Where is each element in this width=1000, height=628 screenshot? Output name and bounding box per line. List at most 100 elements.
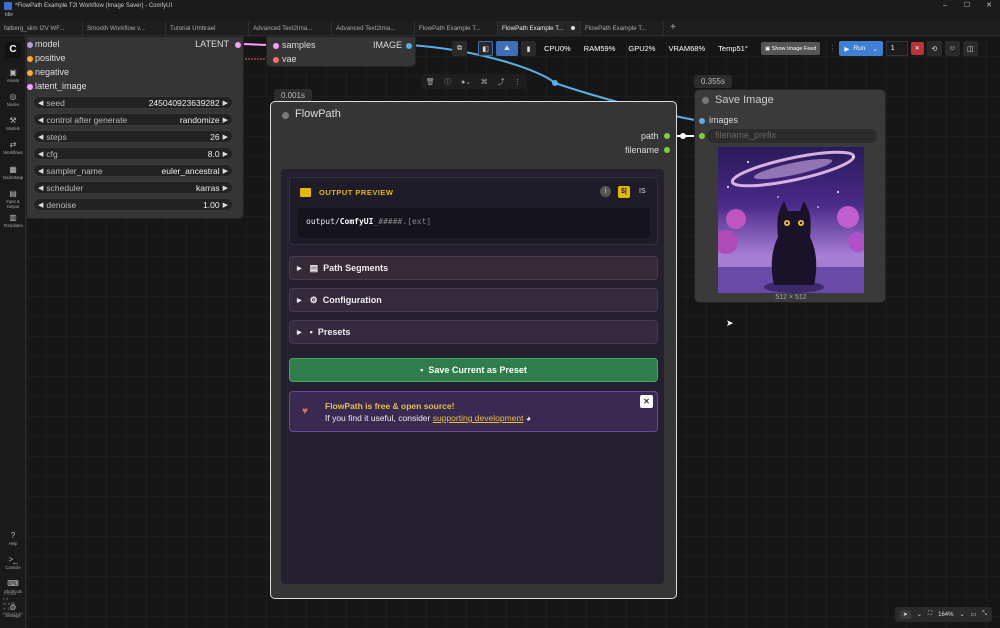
color-icon[interactable]: ●⌄ — [461, 78, 471, 86]
new-tab-button[interactable]: + — [664, 21, 682, 35]
collapse-dot-icon[interactable] — [282, 112, 289, 119]
workflow-tab[interactable]: Advanced Text2Ima... — [249, 21, 332, 35]
maximize-button[interactable]: ☐ — [956, 0, 978, 12]
history-button[interactable]: ⟲ — [926, 41, 942, 56]
presets-section[interactable]: ▶ ▪ Presets — [289, 320, 658, 344]
scheduler-widget[interactable]: ◀ scheduler karras ▶ — [33, 181, 233, 194]
increment-icon[interactable]: ▶ — [223, 116, 228, 124]
filename-prefix-input[interactable]: filename_prefix — [707, 129, 877, 143]
output-socket[interactable] — [235, 42, 241, 48]
sidebar-item-workflows[interactable]: ⇄ Workflows — [0, 140, 26, 155]
vae-decode-node[interactable]: samples vae IMAGE — [266, 36, 416, 67]
decrement-icon[interactable]: ◀ — [38, 99, 43, 107]
steps-widget[interactable]: ◀ steps 26 ▶ — [33, 130, 233, 143]
panel-toggle-button[interactable]: ◫ — [962, 41, 978, 56]
sidebar-item-input-output[interactable]: ▤ Input & Output — [0, 189, 26, 209]
sidebar-item-console[interactable]: >_ Console — [0, 555, 26, 570]
control-after-generate-widget[interactable]: ◀ control after generate randomize ▶ — [33, 113, 233, 126]
input-socket[interactable] — [273, 57, 279, 63]
increment-icon[interactable]: ▶ — [223, 99, 228, 107]
increment-icon[interactable]: ▶ — [223, 133, 228, 141]
workflow-tab-active[interactable]: FlowPath Example T... — [498, 21, 581, 35]
queue-panel-button[interactable]: ◧ — [478, 41, 493, 56]
syntax-toggle-button[interactable]: $| — [618, 186, 630, 198]
show-image-feed-button[interactable]: ▣ Show Image Feed — [761, 42, 821, 55]
configuration-section[interactable]: ▶ ⚙ Configuration — [289, 288, 658, 312]
sidebar-item-templates[interactable]: ▥ Templates — [0, 213, 26, 228]
generated-image-preview[interactable] — [718, 147, 864, 293]
minimize-button[interactable]: – — [934, 0, 956, 12]
info-icon[interactable]: i — [600, 186, 611, 197]
sidebar-item-models[interactable]: ⚒ Models — [0, 116, 26, 131]
decrement-icon[interactable]: ◀ — [38, 167, 43, 175]
link-mode-button[interactable]: ⧉ — [452, 41, 467, 56]
decrement-icon[interactable]: ◀ — [38, 133, 43, 141]
cancel-run-button[interactable]: ✕ — [910, 42, 924, 55]
bookmark-icon: ▮ — [526, 45, 531, 53]
workflow-tab[interactable]: Smooth Workflow v... — [83, 21, 166, 35]
run-button[interactable]: ▶ Run ⌄ — [839, 41, 883, 56]
workflow-tab[interactable]: fatberg_slim I2V WF... — [0, 21, 83, 35]
select-mode-icon[interactable]: ➤ — [899, 610, 911, 619]
user-button[interactable]: ☺ — [944, 41, 960, 56]
chevron-down-icon[interactable]: ⌄ — [917, 611, 922, 618]
crystools-button[interactable]: ⛰ — [496, 41, 518, 56]
path-segments-section[interactable]: ▶ ▤ Path Segments — [289, 256, 658, 280]
decrement-icon[interactable]: ◀ — [38, 150, 43, 158]
output-socket[interactable] — [664, 147, 670, 153]
sidebar-item-nodesmap[interactable]: ▦ NodesMap — [0, 165, 26, 180]
increment-icon[interactable]: ▶ — [223, 167, 228, 175]
input-socket[interactable] — [699, 118, 705, 124]
increment-icon[interactable]: ▶ — [223, 184, 228, 192]
decrement-icon[interactable]: ◀ — [38, 116, 43, 124]
close-banner-button[interactable]: ✕ — [640, 395, 653, 408]
zoom-level[interactable]: 164% — [938, 612, 953, 618]
minimap-icon[interactable]: ▭ — [971, 611, 977, 618]
decrement-icon[interactable]: ◀ — [38, 184, 43, 192]
collapse-dot-icon[interactable] — [702, 97, 709, 104]
save-preset-button[interactable]: ▪ Save Current as Preset — [289, 358, 658, 382]
seed-widget[interactable]: ◀ seed 245040923639282 ▶ — [33, 96, 233, 109]
bookmark-button[interactable]: ▮ — [521, 41, 536, 56]
denoise-widget[interactable]: ◀ denoise 1.00 ▶ — [33, 198, 233, 211]
support-link[interactable]: supporting development — [433, 413, 524, 423]
decrement-icon[interactable]: ◀ — [38, 201, 43, 209]
output-socket[interactable] — [664, 133, 670, 139]
workflow-tab[interactable]: Advanced Text2Ima... — [332, 21, 415, 35]
output-socket[interactable] — [406, 43, 412, 49]
queue-count-input[interactable]: 1 — [885, 41, 908, 56]
input-socket[interactable] — [27, 84, 33, 90]
save-image-node[interactable]: Save Image images filename_prefix 512 × … — [694, 89, 886, 303]
input-socket[interactable] — [27, 56, 33, 62]
drag-handle-icon[interactable]: ⋮ — [828, 44, 836, 53]
chevron-down-icon[interactable]: ⌄ — [959, 611, 964, 618]
info-icon[interactable]: ⓘ — [444, 77, 451, 87]
unsaved-dot-icon — [571, 26, 575, 30]
input-socket[interactable] — [699, 133, 705, 139]
sidebar-item-help[interactable]: ? Help — [0, 531, 26, 546]
increment-icon[interactable]: ▶ — [223, 201, 228, 209]
syntax-toggle-button-alt[interactable]: IS — [636, 186, 649, 198]
input-socket[interactable] — [27, 42, 33, 48]
sidebar-item-nodes[interactable]: ◎ Nodes — [0, 92, 26, 107]
delete-icon[interactable]: 🗑 — [426, 78, 435, 86]
sampler-name-widget[interactable]: ◀ sampler_name euler_ancestral ▶ — [33, 164, 233, 177]
hide-links-icon[interactable]: ⤡ — [982, 611, 987, 618]
more-icon[interactable]: ⋮ — [514, 78, 521, 86]
bypass-icon[interactable]: ⌘ — [481, 78, 488, 86]
input-socket[interactable] — [27, 70, 33, 76]
comfyui-logo[interactable]: C — [5, 42, 21, 58]
workflow-tab[interactable]: FlowPath Example T... — [581, 21, 664, 35]
ksampler-node[interactable]: model positive negative latent_image LAT… — [26, 36, 244, 219]
workflow-tab[interactable]: FlowPath Example T... — [415, 21, 498, 35]
close-window-button[interactable]: ✕ — [978, 0, 1000, 12]
cfg-widget[interactable]: ◀ cfg 8.0 ▶ — [33, 147, 233, 160]
input-socket[interactable] — [273, 43, 279, 49]
node-selection-toolbar: 🗑 ⓘ ●⌄ ⌘ ⤴ ⋮ — [421, 74, 526, 89]
sidebar-item-assets[interactable]: ▣ Assets — [0, 68, 26, 83]
workflow-tab[interactable]: Tutorial Umbrael — [166, 21, 249, 35]
convert-icon[interactable]: ⤴ — [497, 77, 504, 87]
chevron-down-icon[interactable]: ⌄ — [872, 45, 877, 53]
fit-view-icon[interactable]: ⛶ — [928, 611, 932, 618]
increment-icon[interactable]: ▶ — [223, 150, 228, 158]
